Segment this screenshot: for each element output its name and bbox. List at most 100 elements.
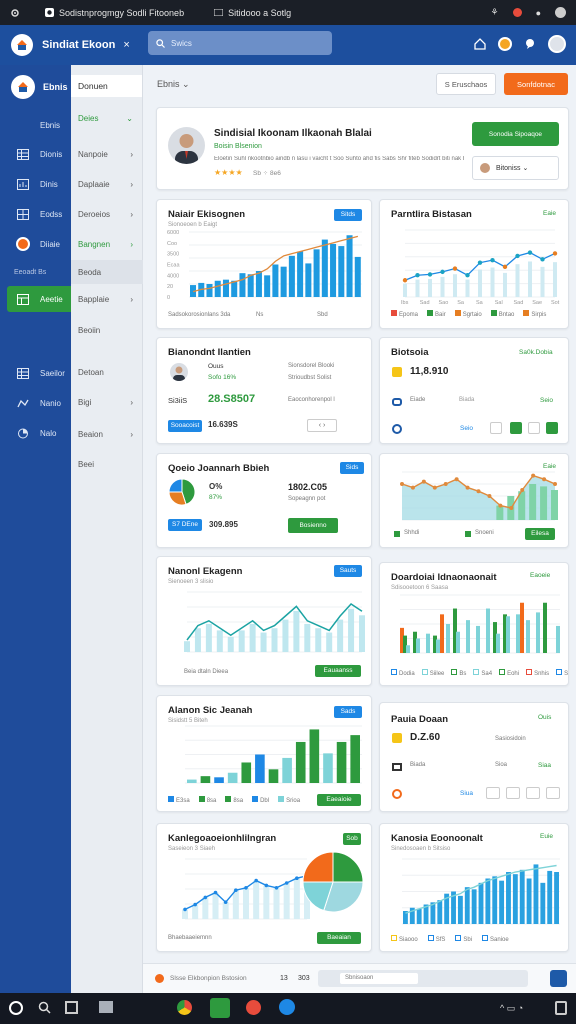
bar xyxy=(553,262,557,297)
tray-icons[interactable]: ^ ▭ ◔ xyxy=(500,1003,523,1014)
legend-button[interactable]: Eilesa xyxy=(525,528,555,540)
notification-icon[interactable] xyxy=(512,8,522,17)
subnav-item-10[interactable]: Bigi › xyxy=(71,390,143,414)
legend-swatch xyxy=(465,531,471,537)
sidebar-item-2[interactable]: Dionis xyxy=(0,141,71,167)
media-icon[interactable] xyxy=(246,1000,261,1015)
data-point xyxy=(223,900,228,904)
sidebar-item-7[interactable]: Saeilor xyxy=(0,360,71,386)
card-amount-sub: Sopeagnn pot xyxy=(288,496,326,502)
legend-item: Sirpis xyxy=(523,310,546,318)
subnav-item-4[interactable]: Deroeios › xyxy=(71,202,143,226)
user-avatar-icon[interactable] xyxy=(555,7,566,18)
avatar[interactable] xyxy=(548,35,566,53)
axis-tick-label: Ibs xyxy=(401,300,409,306)
subnav-item-11[interactable]: Beaion › xyxy=(71,422,143,446)
pie-chart xyxy=(168,478,196,506)
subnav-item-8[interactable]: Beoiin xyxy=(71,318,143,342)
data-point xyxy=(553,482,557,486)
sidebar-item-9[interactable]: Nalo xyxy=(0,420,71,446)
sidebar-item-3[interactable]: Dinis xyxy=(0,171,71,197)
row-value: Seio xyxy=(460,425,474,432)
sidebar-item-5[interactable]: Diiaie xyxy=(0,231,71,257)
notification-badge-icon[interactable] xyxy=(498,37,512,51)
browser-icon[interactable] xyxy=(177,1000,192,1015)
chart-legend: Dodia Siilee Bs Sa4 Eohi Snhis Sbuuooe xyxy=(391,669,568,677)
bar xyxy=(214,280,221,297)
breadcrumb[interactable]: Ebnis ⌄ xyxy=(157,79,190,90)
task-view-icon[interactable] xyxy=(65,1001,78,1014)
bar xyxy=(471,889,477,924)
sidebar-brand[interactable]: Ebnis xyxy=(11,75,71,99)
rating-stars: ★★★★ xyxy=(214,168,243,177)
subnav-item-9[interactable]: Detoan xyxy=(71,360,143,384)
details-button[interactable]: Sooacoist xyxy=(168,420,202,432)
files-icon[interactable] xyxy=(99,1001,113,1013)
subnav-item-label: Beoda xyxy=(78,267,102,277)
stepper-button[interactable] xyxy=(526,787,540,799)
chart-card-11: Kanlegoaoeionhlilngran Saseieon 3 Siaeh … xyxy=(156,823,372,952)
row-label: Biada xyxy=(459,397,475,403)
bar xyxy=(506,872,511,924)
bar xyxy=(326,632,333,652)
subnav-item-7[interactable]: Bapplaie › xyxy=(71,287,143,311)
stepper-button[interactable] xyxy=(506,787,520,799)
stepper-button[interactable] xyxy=(490,422,502,434)
edge-icon[interactable] xyxy=(279,999,295,1015)
stepper-button-active[interactable] xyxy=(510,422,522,434)
stepper-button[interactable] xyxy=(546,787,560,799)
pagination-stepper[interactable]: ‹ › xyxy=(307,419,337,432)
subnav-item-5[interactable]: Bangnen › xyxy=(71,232,143,256)
pie-percent: O% xyxy=(209,482,223,491)
user-select[interactable]: Bitoniss ⌄ xyxy=(472,156,559,180)
primary-button[interactable]: Sonfdotnac xyxy=(504,73,568,95)
user-select-label: Bitoniss ⌄ xyxy=(496,165,529,172)
window-tab-1[interactable]: Sodistnprogmgy Sodli Fitooneb xyxy=(45,0,184,25)
subnav-item-1[interactable]: Deies ⌄ xyxy=(71,106,143,130)
export-icon[interactable] xyxy=(550,970,567,987)
card-filter-button[interactable]: Sids xyxy=(340,462,364,474)
bar xyxy=(232,890,239,919)
folder-icon[interactable] xyxy=(210,998,230,1018)
subnav-item-label: Beei xyxy=(78,459,95,469)
chevron-right-icon: › xyxy=(130,294,133,304)
chevron-right-icon: › xyxy=(130,429,133,439)
stepper-button[interactable] xyxy=(486,787,500,799)
window-tab-2[interactable]: Sitidooo a Sotlg xyxy=(214,0,291,25)
card-left-button[interactable]: S7 DEne xyxy=(168,519,202,531)
stepper-button-active[interactable] xyxy=(546,422,558,434)
sidebar-item-4[interactable]: Eodss xyxy=(0,201,71,227)
notification-icon[interactable] xyxy=(555,1001,567,1015)
legend-item: Dodia xyxy=(391,669,415,677)
chart-action-button[interactable]: Baeaian xyxy=(317,932,361,944)
start-icon[interactable] xyxy=(9,1001,23,1015)
search-input[interactable]: Swics xyxy=(148,31,332,55)
chat-icon[interactable]: ● xyxy=(536,8,541,18)
stepper-button[interactable] xyxy=(528,422,540,434)
chart-action-button[interactable]: Eaeaioie xyxy=(317,794,361,806)
status-search-input[interactable]: Sbnisoaon xyxy=(318,970,528,987)
network-icon[interactable]: ⚘ xyxy=(490,7,498,18)
close-icon[interactable]: × xyxy=(123,39,129,51)
chevron-right-icon: › xyxy=(130,209,133,219)
subnav-item-2[interactable]: Nanpoie › xyxy=(71,142,143,166)
bar xyxy=(222,902,229,919)
comment-icon[interactable] xyxy=(524,38,536,50)
bar xyxy=(485,878,491,924)
subnav-item-3[interactable]: Daplaaie › xyxy=(71,172,143,196)
card-title: Biotsoia xyxy=(391,347,429,358)
secondary-button[interactable]: S Eruschaos xyxy=(436,73,496,95)
card-right-button[interactable]: Bosienno xyxy=(288,518,338,533)
axis-tick-label: Sae xyxy=(532,300,542,306)
sidebar-item-1[interactable]: Ebnis xyxy=(0,112,71,138)
profile-cta-button[interactable]: Sonodia Sipoaqoe xyxy=(472,122,559,146)
sidebar-item-6[interactable]: Aeetie xyxy=(7,286,71,312)
search-icon[interactable] xyxy=(38,1001,51,1014)
sidebar-item-8[interactable]: Nanio xyxy=(0,390,71,416)
gear-icon[interactable] xyxy=(10,0,20,25)
home-icon[interactable] xyxy=(474,38,486,50)
subnav-item-12[interactable]: Beei xyxy=(71,452,143,476)
subnav-item-6[interactable]: Beoda xyxy=(71,260,143,284)
subnav-item-label: Beaion xyxy=(78,429,103,439)
chart-action-button[interactable]: Eauaanss xyxy=(315,665,361,677)
